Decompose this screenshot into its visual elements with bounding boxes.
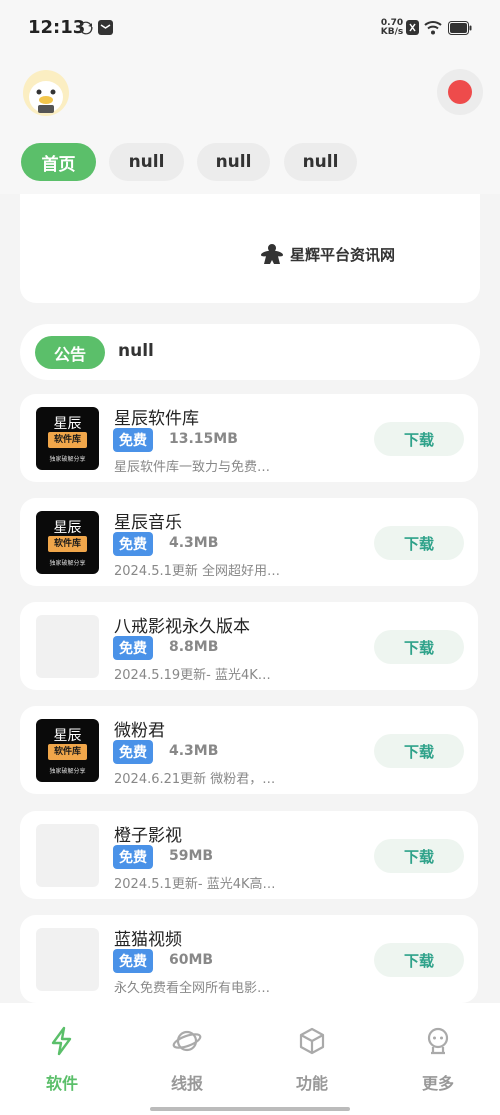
bottom-nav: 软件 线报 功能 更多 bbox=[0, 1003, 500, 1115]
app-logo-icon: 星辰 软件库独家破解分享 bbox=[36, 719, 99, 782]
app-name: 蓝猫视频 bbox=[114, 930, 182, 950]
free-badge: 免费 bbox=[113, 532, 153, 556]
app-description: 2024.5.1更新 全网超好用… bbox=[114, 564, 281, 579]
download-button[interactable]: 下载 bbox=[374, 526, 464, 560]
nav-software[interactable]: 软件 bbox=[22, 1026, 102, 1096]
tab-null-1[interactable]: null bbox=[109, 143, 184, 181]
app-card[interactable]: 橙子影视 免费 59MB 2024.5.1更新- 蓝光4K高… 下载 bbox=[20, 811, 478, 899]
app-placeholder-icon bbox=[36, 928, 99, 991]
app-name: 八戒影视永久版本 bbox=[114, 617, 250, 637]
net-speed: 0.70 KB/s bbox=[380, 19, 404, 37]
status-bar: 12:13 0.70 KB/s bbox=[0, 0, 500, 58]
download-button[interactable]: 下载 bbox=[374, 734, 464, 768]
app-card[interactable]: 星辰 软件库 独家破解分享 星辰音乐 免费 4.3MB 2024.5.1更新 全网超好用… 下… bbox=[20, 498, 478, 586]
app-description: 2024.5.19更新- 蓝光4K… bbox=[114, 668, 271, 683]
music-disc-icon bbox=[448, 80, 472, 104]
nav-news[interactable]: 线报 bbox=[147, 1026, 227, 1096]
app-description: 星辰软件库一致力与免费… bbox=[114, 460, 271, 475]
battery-icon bbox=[448, 20, 472, 39]
tab-home[interactable]: 首页 bbox=[21, 143, 96, 181]
sync-icon bbox=[78, 20, 94, 40]
banner-brand: 星辉平台资讯网 bbox=[260, 242, 395, 266]
app-card[interactable]: 星辰 软件库 独家破解分享 微粉君 免费 4.3MB 2024.6.21更新 微粉君，… 下载 bbox=[20, 706, 478, 794]
logo-line1: 星辰 bbox=[53, 728, 82, 744]
nav-functions[interactable]: 功能 bbox=[272, 1026, 352, 1096]
nav-functions-label: 功能 bbox=[295, 1074, 328, 1093]
banner-brand-text: 星辉平台资讯网 bbox=[290, 245, 396, 264]
notice-label: 公告 bbox=[35, 336, 105, 369]
download-button[interactable]: 下载 bbox=[374, 422, 464, 456]
app-description: 2024.6.21更新 微粉君，… bbox=[114, 772, 276, 787]
nav-news-label: 线报 bbox=[170, 1074, 203, 1093]
logo-line3: 独家破解分享 bbox=[49, 560, 86, 567]
lightning-icon bbox=[47, 1026, 77, 1056]
status-time: 12:13 bbox=[28, 17, 86, 38]
notice-text: null bbox=[118, 341, 154, 361]
app-placeholder-icon bbox=[36, 615, 99, 678]
music-button[interactable] bbox=[437, 69, 483, 115]
app-placeholder-icon bbox=[36, 824, 99, 887]
app-card[interactable]: 蓝猫视频 免费 60MB 永久免费看全网所有电影… 下载 bbox=[20, 915, 478, 1003]
planet-icon bbox=[172, 1026, 202, 1056]
home-indicator[interactable] bbox=[150, 1107, 350, 1111]
app-size: 60MB bbox=[169, 952, 214, 968]
app-name: 星辰软件库 bbox=[114, 409, 199, 429]
sim-off-icon bbox=[406, 20, 419, 39]
free-badge: 免费 bbox=[113, 845, 153, 869]
free-badge: 免费 bbox=[113, 428, 153, 452]
app-size: 8.8MB bbox=[169, 639, 219, 655]
logo-line3: 独家破解分享 bbox=[49, 456, 86, 463]
avatar[interactable] bbox=[23, 70, 69, 116]
wifi-icon bbox=[424, 20, 442, 39]
app-name: 星辰音乐 bbox=[114, 513, 182, 533]
logo-line2: 软件库 bbox=[48, 536, 87, 552]
logo-line1: 星辰 bbox=[53, 416, 82, 432]
free-badge: 免费 bbox=[113, 949, 153, 973]
nav-more-label: 更多 bbox=[421, 1074, 454, 1093]
app-name: 微粉君 bbox=[114, 721, 165, 741]
cube-icon bbox=[297, 1026, 327, 1056]
free-badge: 免费 bbox=[113, 636, 153, 660]
app-logo-icon: 星辰 软件库独家破解分享 bbox=[36, 407, 99, 470]
header: 首页 null null null bbox=[0, 58, 500, 194]
logo-line2: 软件库 bbox=[48, 744, 87, 760]
app-description: 2024.5.1更新- 蓝光4K高… bbox=[114, 877, 276, 892]
logo-line3: 独家破解分享 bbox=[49, 768, 86, 775]
logo-line2: 软件库 bbox=[48, 432, 87, 448]
tab-null-2[interactable]: null bbox=[197, 143, 270, 181]
app-logo-icon: 星辰 软件库独家破解分享 bbox=[36, 511, 99, 574]
app-card[interactable]: 八戒影视永久版本 免费 8.8MB 2024.5.19更新- 蓝光4K… 下载 bbox=[20, 602, 478, 690]
nav-software-label: 软件 bbox=[45, 1074, 78, 1093]
app-size: 4.3MB bbox=[169, 743, 219, 759]
app-card[interactable]: 星辰 软件库 独家破解分享 星辰软件库 免费 13.15MB 星辰软件库一致力与免费… 下载 bbox=[20, 394, 478, 482]
app-size: 59MB bbox=[169, 848, 214, 864]
meeple-icon bbox=[261, 244, 283, 264]
net-speed-unit: KB/s bbox=[380, 27, 404, 37]
download-button[interactable]: 下载 bbox=[374, 630, 464, 664]
app-size: 4.3MB bbox=[169, 535, 219, 551]
duck-avatar-icon bbox=[29, 81, 63, 113]
download-button[interactable]: 下载 bbox=[374, 943, 464, 977]
logo-line1: 星辰 bbox=[53, 520, 82, 536]
mail-notification-icon bbox=[98, 20, 113, 39]
app-name: 橙子影视 bbox=[114, 826, 182, 846]
app-size: 13.15MB bbox=[169, 431, 238, 447]
download-button[interactable]: 下载 bbox=[374, 839, 464, 873]
free-badge: 免费 bbox=[113, 740, 153, 764]
notice-bar[interactable]: 公告 null bbox=[20, 324, 480, 380]
nav-more[interactable]: 更多 bbox=[398, 1026, 478, 1096]
tab-null-3[interactable]: null bbox=[284, 143, 357, 181]
app-description: 永久免费看全网所有电影… bbox=[114, 981, 271, 996]
robot-icon bbox=[423, 1026, 453, 1056]
banner[interactable]: 星辉平台资讯网 bbox=[20, 194, 480, 303]
